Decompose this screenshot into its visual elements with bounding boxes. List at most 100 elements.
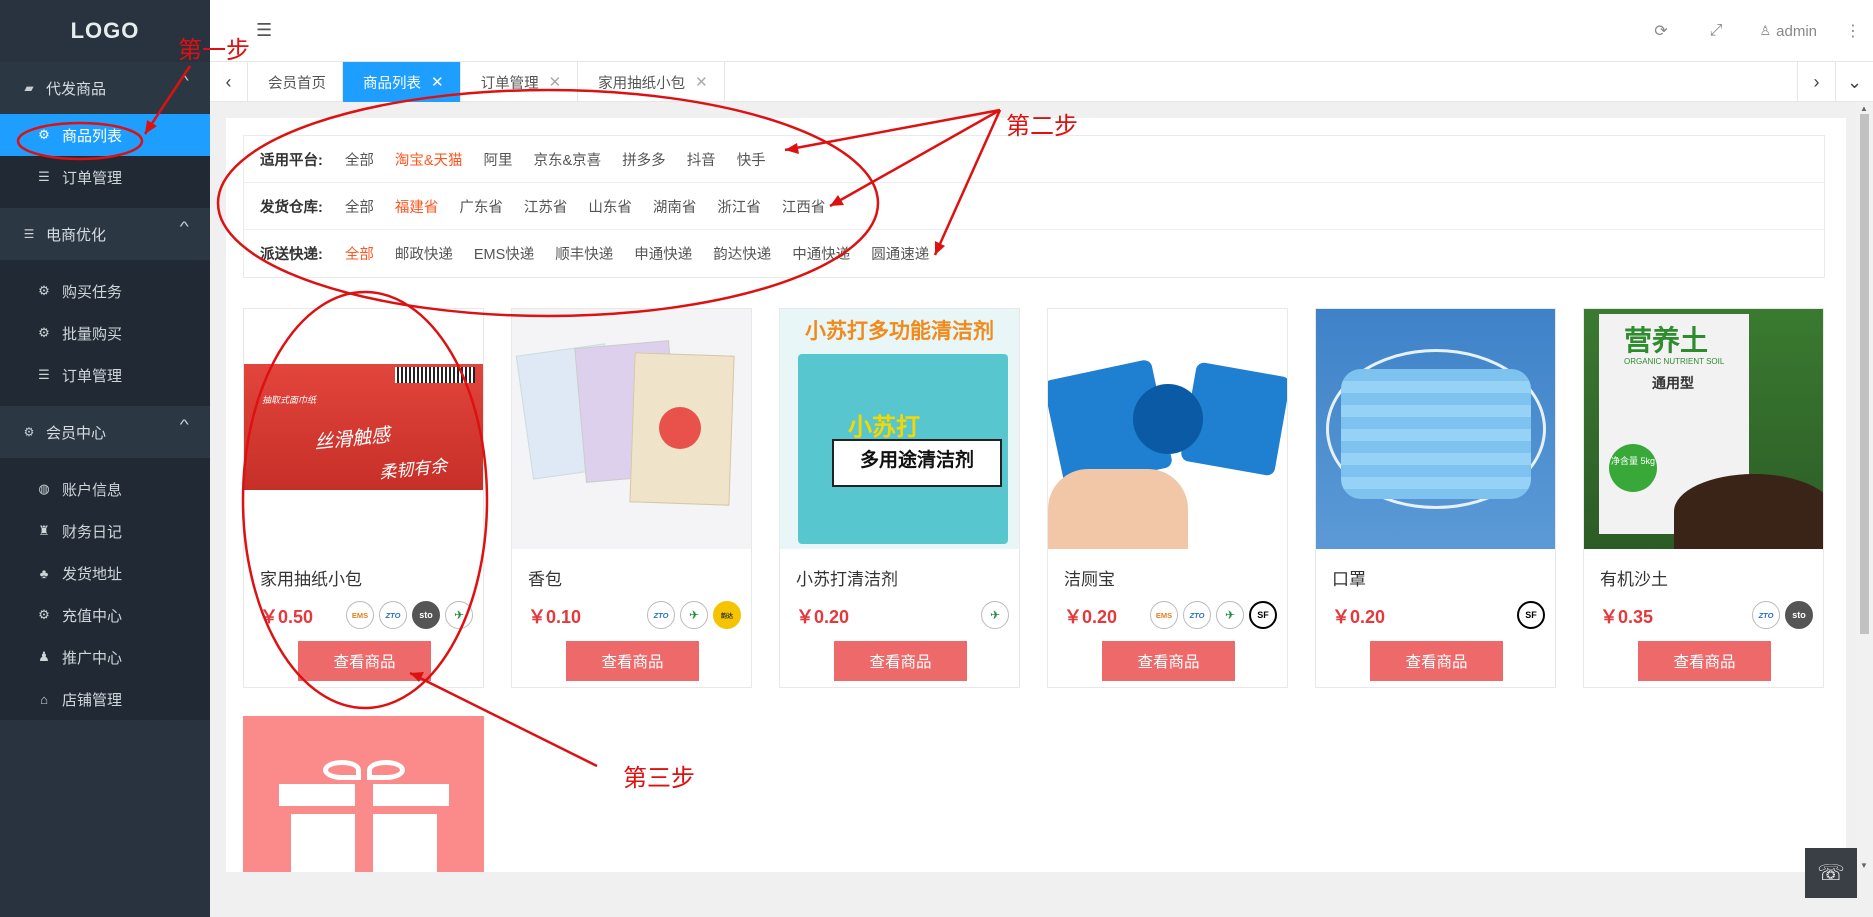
hand [1048, 469, 1188, 549]
sidebar-item-account-info[interactable]: ◍ 账户信息 [0, 468, 210, 510]
filter-option[interactable]: 拼多多 [622, 149, 666, 170]
china-post-icon: ✈ [1216, 601, 1244, 629]
tab-bar: ‹ 会员首页 商品列表 ✕ 订单管理 ✕ 家用抽纸小包 ✕ › ⌄ [210, 62, 1873, 102]
view-product-button[interactable]: 查看商品 [1102, 641, 1235, 681]
tab-tissue-pack[interactable]: 家用抽纸小包 ✕ [578, 62, 725, 102]
menu-group-head-ecommerce[interactable]: ☰ 电商优化 ^ [0, 208, 210, 260]
more-vertical-icon[interactable]: ⋮ [1833, 21, 1873, 41]
tab-dropdown-icon[interactable]: ⌄ [1835, 62, 1873, 102]
image-text: 小苏打多功能清洁剂 [805, 320, 994, 343]
sidebar-item-purchase-task[interactable]: ⚙ 购买任务 [0, 270, 210, 312]
close-icon[interactable]: ✕ [431, 73, 444, 91]
gears-icon: ⚙ [38, 283, 50, 298]
scroll-down-icon[interactable]: ▼ [1860, 861, 1868, 870]
filter-option[interactable]: 湖南省 [653, 196, 697, 217]
product-price: ￥0.50 [260, 607, 314, 627]
filter-option[interactable]: 邮政快递 [395, 243, 453, 264]
courier-badges: ZTO ✈ 韵达 [642, 601, 741, 629]
product-image[interactable] [1048, 309, 1287, 549]
fullscreen-icon[interactable]: ⤢ [1688, 22, 1743, 40]
menu-toggle-icon[interactable]: ☰ [256, 20, 272, 41]
zto-icon: ZTO [647, 601, 675, 629]
customer-service-icon[interactable]: ☏ [1805, 848, 1857, 898]
product-card: 洁厕宝 ￥0.20 EMS ZTO ✈ SF 查看商品 [1047, 308, 1288, 688]
tab-product-list[interactable]: 商品列表 ✕ [343, 62, 461, 102]
chevron-up-icon: ^ [180, 416, 190, 432]
sidebar-item-finance-log[interactable]: ♜ 财务日记 [0, 510, 210, 552]
filter-option[interactable]: 中通快递 [792, 243, 850, 264]
filter-option-selected[interactable]: 全部 [345, 243, 374, 264]
barcode [395, 367, 475, 383]
filter-option[interactable]: 顺丰快递 [555, 243, 613, 264]
filter-option[interactable]: 京东&京喜 [534, 149, 602, 170]
sidebar-item-recharge[interactable]: ⚙ 充值中心 [0, 594, 210, 636]
gears-icon: ⚙ [38, 325, 50, 340]
filter-option[interactable]: 快手 [737, 149, 766, 170]
close-icon[interactable]: ✕ [695, 73, 708, 91]
filter-option[interactable]: 江西省 [782, 196, 826, 217]
product-image[interactable] [512, 309, 751, 549]
menu-group-head-member[interactable]: ⚙ 会员中心 ^ [0, 406, 210, 458]
sidebar-item-product-list[interactable]: ⚙ 商品列表 [0, 114, 210, 156]
product-image[interactable] [1316, 309, 1555, 549]
annotation-step1: 第一步 [178, 36, 250, 64]
image-text: 小苏打 [848, 412, 920, 441]
filter-option[interactable]: 全部 [345, 149, 374, 170]
tab-order-management[interactable]: 订单管理 ✕ [461, 62, 579, 102]
scrollbar[interactable]: ▲ ▼ [1856, 102, 1873, 872]
menu-group-head-products[interactable]: ▰ 代发商品 ^ [0, 62, 210, 114]
filter-row-courier: 派送快递: 全部 邮政快递 EMS快递 顺丰快递 申通快递 韵达快递 中通快递 … [244, 230, 1824, 277]
tab-member-home[interactable]: 会员首页 [248, 62, 343, 102]
gift-product-image[interactable] [243, 716, 484, 872]
sidebar-item-store-management[interactable]: ⌂ 店铺管理 [0, 678, 210, 720]
scrollbar-thumb[interactable] [1860, 114, 1869, 634]
filter-row-warehouse: 发货仓库: 全部 福建省 广东省 江苏省 山东省 湖南省 浙江省 江西省 [244, 183, 1824, 230]
menu-group-ecommerce: ☰ 电商优化 ^ ⚙ 购买任务 ⚙ 批量购买 ☰ 订单管理 [0, 208, 210, 406]
filter-option[interactable]: 广东省 [459, 196, 503, 217]
sidebar-item-order-management-2[interactable]: ☰ 订单管理 [0, 354, 210, 396]
filter-option[interactable]: EMS快递 [474, 243, 534, 264]
product-price: ￥0.35 [1600, 607, 1654, 627]
sidebar-item-label: 推广中心 [62, 649, 123, 667]
filter-option[interactable]: 圆通速递 [871, 243, 929, 264]
view-product-button[interactable]: 查看商品 [566, 641, 699, 681]
sidebar-item-bulk-purchase[interactable]: ⚙ 批量购买 [0, 312, 210, 354]
product-image[interactable]: 营养土 ORGANIC NUTRIENT SOIL 通用型 净含量 5kg [1584, 309, 1823, 549]
zto-icon: ZTO [379, 601, 407, 629]
filter-option[interactable]: 浙江省 [717, 196, 761, 217]
filter-option[interactable]: 阿里 [484, 149, 513, 170]
view-product-button[interactable]: 查看商品 [834, 641, 967, 681]
menu-group-label: 会员中心 [46, 424, 107, 442]
tab-scroll-right-icon[interactable]: › [1797, 62, 1835, 102]
product-image[interactable]: 小苏打多功能清洁剂 小苏打 多用途清洁剂 [780, 309, 1019, 549]
ems-icon: EMS [346, 601, 374, 629]
sidebar-item-promotion[interactable]: ♟ 推广中心 [0, 636, 210, 678]
sidebar-item-shipping-address[interactable]: ♣ 发货地址 [0, 552, 210, 594]
product-image[interactable]: 抽取式面巾纸 丝滑触感 柔韧有余 [244, 309, 483, 549]
filter-option-selected[interactable]: 淘宝&天猫 [395, 149, 463, 170]
view-product-button[interactable]: 查看商品 [1370, 641, 1503, 681]
filter-option[interactable]: 山东省 [588, 196, 632, 217]
sidebar-item-order-management[interactable]: ☰ 订单管理 [0, 156, 210, 198]
sf-express-icon: SF [1517, 601, 1545, 629]
globe-icon: ◍ [38, 481, 50, 496]
filter-option[interactable]: 韵达快递 [713, 243, 771, 264]
filter-option[interactable]: 江苏省 [524, 196, 568, 217]
user-menu[interactable]: ♙ admin [1743, 23, 1833, 40]
view-product-button[interactable]: 查看商品 [1638, 641, 1771, 681]
sto-icon: sto [412, 601, 440, 629]
sidebar-item-label: 购买任务 [62, 283, 123, 301]
view-product-button[interactable]: 查看商品 [298, 641, 431, 681]
filter-option[interactable]: 全部 [345, 196, 374, 217]
filter-option-selected[interactable]: 福建省 [395, 196, 439, 217]
menu-group-label: 代发商品 [46, 80, 107, 98]
topbar-actions: ⟳ ⤢ ♙ admin ⋮ [1633, 0, 1873, 62]
scroll-up-icon[interactable]: ▲ [1860, 104, 1868, 113]
image-text: 净含量 5kg [1609, 444, 1657, 492]
close-icon[interactable]: ✕ [549, 73, 562, 91]
tab-scroll-left-icon[interactable]: ‹ [210, 62, 248, 102]
chevron-up-icon: ^ [180, 218, 190, 234]
filter-option[interactable]: 抖音 [687, 149, 716, 170]
filter-option[interactable]: 申通快递 [634, 243, 692, 264]
refresh-icon[interactable]: ⟳ [1633, 21, 1688, 41]
